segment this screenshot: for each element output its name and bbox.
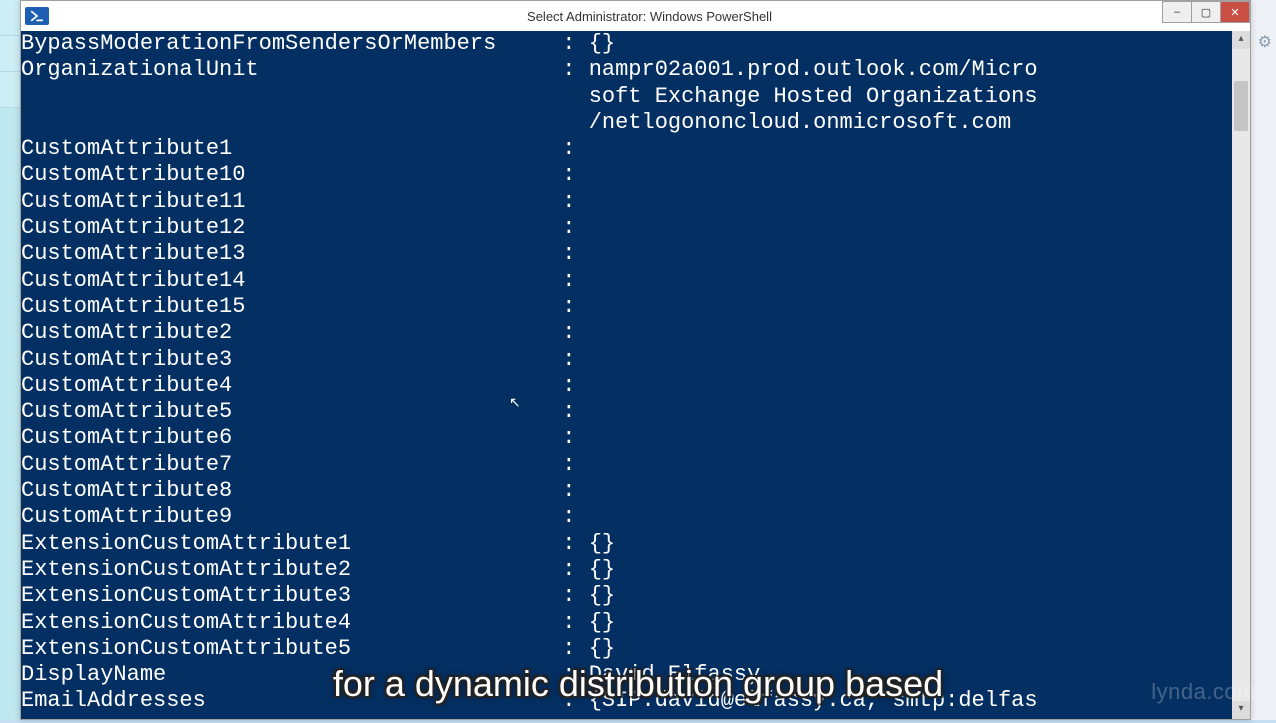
title-bar[interactable]: Select Administrator: Windows PowerShell… (21, 1, 1250, 31)
console-line: OrganizationalUnit : nampr02a001.prod.ou… (21, 57, 1232, 83)
console-line: CustomAttribute2 : (21, 320, 1232, 346)
window-controls: – ▢ ✕ (1163, 1, 1250, 23)
console-line: ExtensionCustomAttribute4 : {} (21, 610, 1232, 636)
vertical-scrollbar[interactable]: ▴ ▾ (1232, 31, 1250, 719)
console-line: ExtensionCustomAttribute5 : {} (21, 636, 1232, 662)
bg-item (0, 72, 20, 108)
console-line: CustomAttribute3 : (21, 347, 1232, 373)
minimize-button[interactable]: – (1162, 1, 1192, 23)
console-line: /netlogononcloud.onmicrosoft.com (21, 110, 1232, 136)
window-title: Select Administrator: Windows PowerShell (49, 9, 1250, 24)
scroll-down-button[interactable]: ▾ (1232, 701, 1250, 719)
scroll-up-button[interactable]: ▴ (1232, 31, 1250, 49)
console-line: DisplayName : David Elfassy (21, 662, 1232, 688)
powershell-icon (25, 7, 49, 25)
console-line: CustomAttribute14 : (21, 268, 1232, 294)
console-line: CustomAttribute12 : (21, 215, 1232, 241)
console-line: CustomAttribute6 : (21, 425, 1232, 451)
console-line: CustomAttribute15 : (21, 294, 1232, 320)
console-output[interactable]: BypassModerationFromSendersOrMembers : {… (21, 31, 1232, 719)
console-line: CustomAttribute13 : (21, 241, 1232, 267)
background-right-strip: ⚙ (1251, 0, 1276, 720)
console-line: ExtensionCustomAttribute1 : {} (21, 531, 1232, 557)
console-line: CustomAttribute7 : (21, 452, 1232, 478)
console-line: CustomAttribute4 : (21, 373, 1232, 399)
console-line: EmailAddresses : {SIP:david@elfassy.ca, … (21, 688, 1232, 714)
console-line: CustomAttribute1 : (21, 136, 1232, 162)
gear-icon: ⚙ (1258, 32, 1272, 52)
console-line: BypassModerationFromSendersOrMembers : {… (21, 31, 1232, 57)
console-line: CustomAttribute11 : (21, 189, 1232, 215)
close-button[interactable]: ✕ (1220, 1, 1250, 23)
console-area[interactable]: BypassModerationFromSendersOrMembers : {… (21, 31, 1250, 719)
console-line: CustomAttribute8 : (21, 478, 1232, 504)
console-line: CustomAttribute5 : (21, 399, 1232, 425)
maximize-button[interactable]: ▢ (1191, 1, 1221, 23)
console-line: CustomAttribute9 : (21, 504, 1232, 530)
console-line: ExtensionCustomAttribute2 : {} (21, 557, 1232, 583)
bg-item (0, 0, 20, 36)
console-line: ExtensionCustomAttribute3 : {} (21, 583, 1232, 609)
bg-item (0, 36, 20, 72)
background-left-strip (0, 0, 20, 720)
powershell-window: Select Administrator: Windows PowerShell… (20, 0, 1251, 720)
scroll-thumb[interactable] (1234, 81, 1248, 131)
console-line: soft Exchange Hosted Organizations (21, 84, 1232, 110)
console-line: CustomAttribute10 : (21, 162, 1232, 188)
